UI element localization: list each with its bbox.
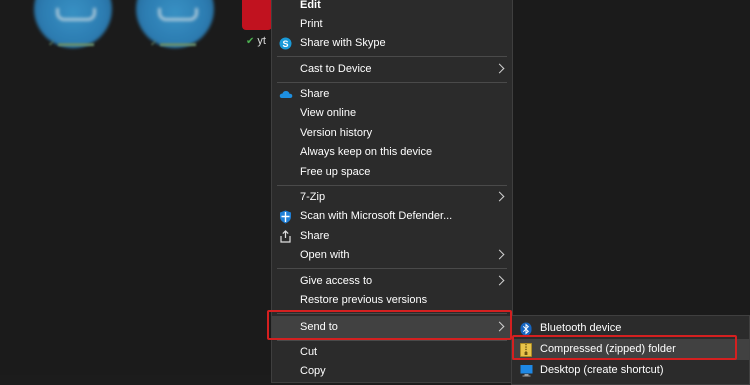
submenu-item-desktop-shortcut[interactable]: Desktop (create shortcut) (512, 361, 749, 380)
menu-item-view-online[interactable]: View online (272, 104, 512, 123)
onedrive-cloud-icon (279, 88, 293, 101)
menu-item-share-with-skype[interactable]: S Share with Skype (272, 34, 512, 53)
menu-item-scan-defender[interactable]: Scan with Microsoft Defender... (272, 207, 512, 226)
defender-shield-icon (279, 210, 292, 224)
menu-item-version-history[interactable]: Version history (272, 124, 512, 143)
menu-separator (277, 340, 507, 341)
menu-separator (277, 82, 507, 83)
menu-item-onedrive-share[interactable]: Share (272, 85, 512, 104)
chevron-right-icon (494, 191, 505, 202)
menu-item-edit[interactable]: Edit (272, 0, 512, 15)
desktop-icon-label: ✓ ▬▬▬▬ (48, 38, 95, 48)
menu-item-give-access-to[interactable]: Give access to (272, 272, 512, 291)
menu-item-free-up-space[interactable]: Free up space (272, 163, 512, 182)
submenu-item-bluetooth[interactable]: Bluetooth device (512, 319, 749, 338)
menu-separator (277, 313, 507, 314)
check-icon: ✔ (246, 36, 255, 47)
menu-separator (277, 268, 507, 269)
menu-item-cast-to-device[interactable]: Cast to Device (272, 60, 512, 79)
submenu-item-compressed-zipped-folder[interactable]: Compressed (zipped) folder (512, 339, 749, 360)
desktop-icon-label: ✓ ▬▬▬▬ (150, 38, 197, 48)
desktop-icon (520, 364, 533, 377)
svg-text:S: S (282, 39, 288, 49)
menu-item-print[interactable]: Print (272, 15, 512, 34)
chevron-right-icon (494, 321, 505, 332)
menu-item-send-to[interactable]: Send to (272, 316, 512, 338)
menu-item-share[interactable]: Share (272, 227, 512, 246)
context-menu: Edit Print S Share with Skype Cast to De… (271, 0, 513, 383)
share-icon (279, 230, 292, 243)
menu-separator (277, 56, 507, 57)
menu-item-restore-previous[interactable]: Restore previous versions (272, 291, 512, 310)
menu-item-7zip[interactable]: 7-Zip (272, 188, 512, 207)
menu-separator (277, 185, 507, 186)
menu-item-cut[interactable]: Cut (272, 343, 512, 362)
chevron-right-icon (494, 275, 505, 286)
menu-item-always-keep[interactable]: Always keep on this device (272, 143, 512, 162)
bluetooth-icon (520, 322, 532, 336)
skype-icon: S (279, 37, 292, 50)
chevron-right-icon (494, 63, 505, 74)
selected-file-label[interactable]: ✔ yt (246, 35, 266, 47)
zip-folder-icon (520, 343, 532, 357)
chevron-right-icon (494, 249, 505, 260)
menu-item-open-with[interactable]: Open with (272, 246, 512, 265)
selected-file-icon[interactable] (242, 0, 272, 30)
menu-item-copy[interactable]: Copy (272, 362, 512, 381)
